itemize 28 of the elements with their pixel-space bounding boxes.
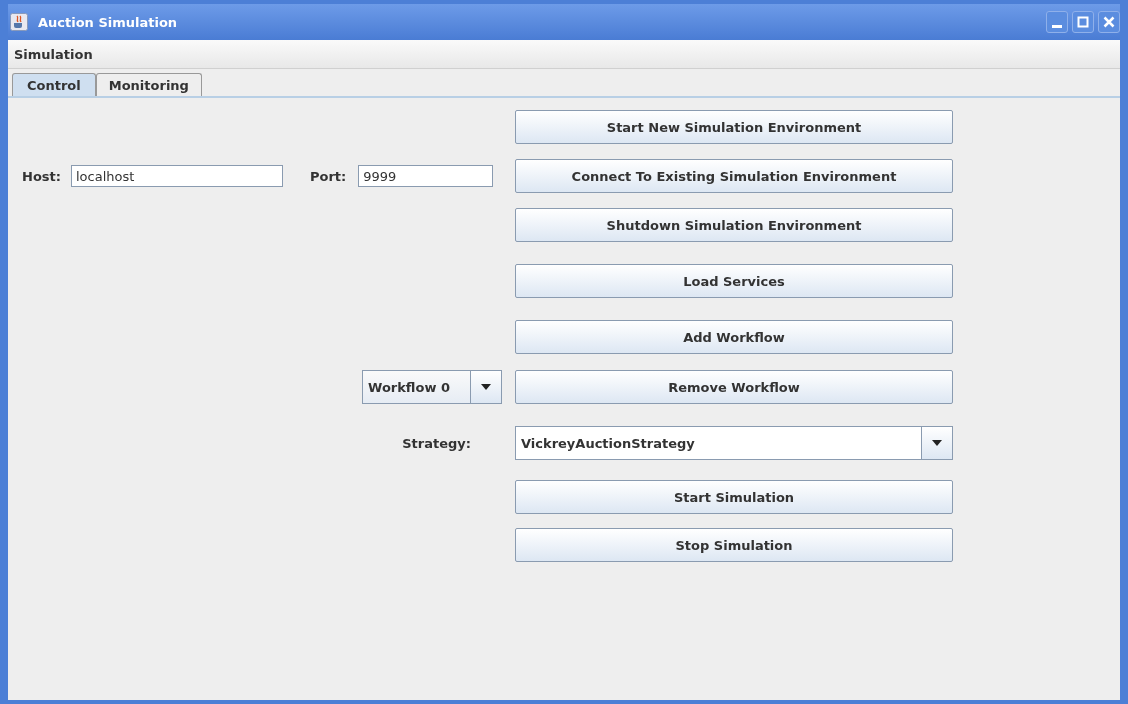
button[interactable]: Shutdown Simulation Environment <box>515 208 953 242</box>
button[interactable]: Connect To Existing Simulation Environment <box>515 159 953 193</box>
caret-icon <box>481 384 491 390</box>
close-icon <box>1103 16 1115 28</box>
host-field[interactable]: localhost <box>70 165 283 187</box>
strategy-dropdown[interactable]: VickreyAuctionStrategy <box>515 426 953 460</box>
button[interactable]: Remove Workflow <box>515 370 953 404</box>
coffee-cup-icon <box>10 13 28 31</box>
button[interactable]: Load Services <box>515 264 953 298</box>
port-label: Port: <box>309 168 347 184</box>
button[interactable]: Start Simulation <box>515 480 953 514</box>
button[interactable]: Stop Simulation <box>515 528 953 562</box>
menu-item[interactable]: Simulation <box>12 46 95 62</box>
workflow-dropdown[interactable]: Workflow 0 <box>362 370 502 404</box>
window-title: Auction Simulation <box>38 14 178 30</box>
host-label: Host: <box>22 168 61 184</box>
caret-icon <box>932 440 942 446</box>
maximize-button[interactable] <box>1072 11 1094 33</box>
button[interactable]: Start New Simulation Environment <box>515 110 953 144</box>
minimize-button[interactable] <box>1046 11 1068 33</box>
button[interactable]: Add Workflow <box>515 320 953 354</box>
tab[interactable]: Control <box>12 73 96 96</box>
port-field[interactable]: 9999 <box>358 165 494 187</box>
maximize-icon <box>1077 16 1089 28</box>
strategy-label: Strategy: <box>402 435 471 451</box>
tab[interactable]: Monitoring <box>95 73 202 96</box>
minimize-icon <box>1052 24 1062 28</box>
close-button[interactable] <box>1098 11 1120 33</box>
